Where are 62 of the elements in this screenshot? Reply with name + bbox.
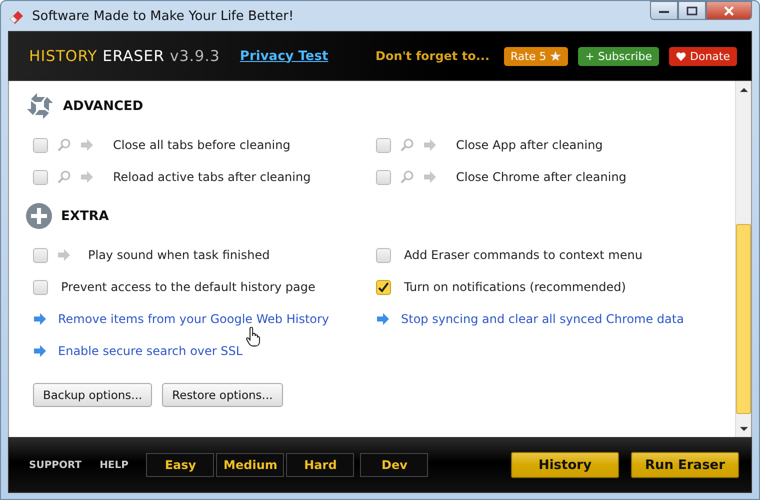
option-label: Turn on notifications (recommended) — [404, 280, 626, 294]
checkbox[interactable] — [33, 138, 48, 152]
scroll-up-icon — [740, 86, 748, 92]
app-logo: HISTORY ERASER v3.9.3 — [29, 47, 220, 65]
option-label: Prevent access to the default history page — [61, 280, 316, 294]
section-title: EXTRA — [61, 208, 109, 224]
checkbox[interactable] — [33, 170, 48, 184]
option-link[interactable]: Stop syncing and clear all synced Chrome data — [401, 312, 684, 326]
scroll-down-icon — [740, 426, 748, 432]
maximize-icon — [686, 6, 698, 16]
header-button[interactable]: Donate — [669, 46, 737, 66]
cycle-arrows-icon — [25, 91, 55, 121]
heart-icon — [676, 52, 686, 60]
header-button[interactable]: + Subscribe — [578, 46, 659, 66]
arrow-icon — [423, 170, 437, 184]
plus-icon — [25, 202, 53, 230]
search-icon[interactable] — [400, 138, 414, 152]
arrow-icon — [33, 312, 47, 326]
close-icon — [723, 6, 735, 16]
option-label: Close App after cleaning — [456, 138, 603, 152]
mode-tab[interactable]: Hard — [286, 453, 354, 477]
search-icon[interactable] — [57, 170, 71, 184]
close-button[interactable] — [706, 1, 752, 20]
option-label: Close Chrome after cleaning — [456, 170, 626, 184]
action-button[interactable]: History — [511, 452, 619, 478]
star-icon — [550, 50, 562, 62]
reminder-text: Don't forget to... — [375, 49, 490, 63]
hand-cursor-icon — [246, 327, 260, 347]
arrow-icon — [80, 170, 94, 184]
checkbox[interactable] — [376, 248, 391, 262]
checkbox[interactable] — [376, 170, 391, 184]
options-button[interactable]: Backup options... — [33, 383, 152, 407]
options-button[interactable]: Restore options... — [162, 383, 283, 407]
mode-tab[interactable]: Easy — [146, 453, 214, 477]
option-label: Close all tabs before cleaning — [113, 138, 290, 152]
section-title: ADVANCED — [63, 98, 144, 114]
maximize-button[interactable] — [678, 1, 706, 20]
arrow-icon — [33, 344, 47, 358]
option-link[interactable]: Remove items from your Google Web History — [58, 312, 330, 326]
option-label: Reload active tabs after cleaning — [113, 170, 311, 184]
option-label: Add Eraser commands to context menu — [404, 248, 642, 262]
arrow-icon — [423, 138, 437, 152]
checkbox[interactable] — [33, 280, 48, 294]
arrow-icon — [80, 138, 94, 152]
option-label: Play sound when task finished — [88, 248, 270, 262]
checkbox[interactable] — [33, 248, 48, 262]
arrow-icon — [57, 248, 71, 262]
action-button[interactable]: Run Eraser — [631, 452, 739, 478]
mode-tab[interactable]: Dev — [360, 453, 428, 477]
footer-link[interactable]: HELP — [100, 460, 128, 470]
privacy-test-link[interactable]: Privacy Test — [240, 48, 328, 64]
window-title: Software Made to Make Your Life Better! — [32, 8, 295, 24]
search-icon[interactable] — [400, 170, 414, 184]
arrow-icon — [376, 312, 390, 326]
footer-link[interactable]: SUPPORT — [29, 460, 82, 470]
scrollbar[interactable] — [735, 81, 751, 437]
checkbox[interactable] — [376, 280, 391, 294]
mode-tab[interactable]: Medium — [216, 453, 284, 477]
minimize-button[interactable] — [650, 1, 678, 20]
search-icon[interactable] — [57, 138, 71, 152]
option-link[interactable]: Enable secure search over SSL — [58, 344, 243, 358]
checkbox[interactable] — [376, 138, 391, 152]
